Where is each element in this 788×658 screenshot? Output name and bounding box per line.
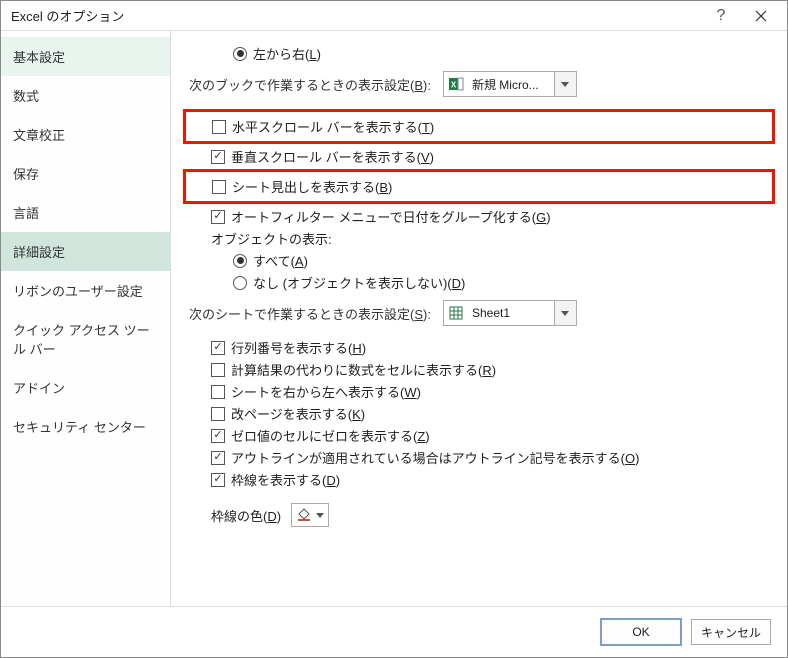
sidebar-item-addins[interactable]: アドイン bbox=[1, 368, 170, 407]
sidebar-item-general[interactable]: 基本設定 bbox=[1, 37, 170, 76]
checkbox-rtl[interactable]: シートを右から左へ表示する(W) bbox=[189, 382, 775, 401]
checkbox-label: シートを右から左へ表示する(W) bbox=[231, 382, 421, 401]
titlebar: Excel のオプション ? bbox=[1, 1, 787, 31]
sidebar-item-customize-ribbon[interactable]: リボンのユーザー設定 bbox=[1, 271, 170, 310]
radio-icon bbox=[233, 47, 247, 61]
combo-dropdown[interactable] bbox=[554, 301, 576, 325]
checkbox-label: 改ページを表示する(K) bbox=[231, 404, 365, 423]
sidebar-item-proofing[interactable]: 文章校正 bbox=[1, 115, 170, 154]
checkbox-label: オートフィルター メニューで日付をグループ化する(G) bbox=[231, 207, 551, 226]
checkbox-sheet-tabs[interactable]: シート見出しを表示する(B) bbox=[190, 177, 768, 196]
checkbox-formulas[interactable]: 計算結果の代わりに数式をセルに表示する(R) bbox=[189, 360, 775, 379]
options-dialog: Excel のオプション ? 基本設定 数式 文章校正 保存 言語 詳細設定 リ… bbox=[0, 0, 788, 658]
highlight-box-2: シート見出しを表示する(B) bbox=[183, 169, 775, 204]
combo-dropdown[interactable] bbox=[554, 72, 576, 96]
sidebar-item-trust-center[interactable]: セキュリティ センター bbox=[1, 407, 170, 446]
sidebar-item-advanced[interactable]: 詳細設定 bbox=[1, 232, 170, 271]
radio-icon bbox=[233, 254, 247, 268]
checkbox-autofilter-group[interactable]: オートフィルター メニューで日付をグループ化する(G) bbox=[189, 207, 775, 226]
checkbox-label: 枠線を表示する(D) bbox=[231, 470, 340, 489]
combo-text: 新規 Micro... bbox=[464, 76, 554, 93]
checkbox-label: 行列番号を表示する(H) bbox=[231, 338, 366, 357]
checkbox-pagebreaks[interactable]: 改ページを表示する(K) bbox=[189, 404, 775, 423]
svg-text:X: X bbox=[451, 81, 457, 90]
checkbox-icon bbox=[211, 210, 225, 224]
radio-objects-all[interactable]: すべて(A) bbox=[189, 251, 775, 270]
content-pane: 左から右(L) 次のブックで作業するときの表示設定(B): X 新規 Micro… bbox=[171, 31, 787, 606]
sidebar-item-language[interactable]: 言語 bbox=[1, 193, 170, 232]
chevron-down-icon bbox=[561, 311, 569, 316]
checkbox-icon bbox=[211, 473, 225, 487]
checkbox-icon bbox=[212, 120, 226, 134]
heading-label: 次のブックで作業するときの表示設定(B): bbox=[189, 75, 431, 94]
cancel-button[interactable]: キャンセル bbox=[691, 619, 771, 645]
checkbox-icon bbox=[211, 429, 225, 443]
workbook-combo[interactable]: X 新規 Micro... bbox=[443, 71, 577, 97]
sheet-combo[interactable]: Sheet1 bbox=[443, 300, 577, 326]
radio-objects-none[interactable]: なし (オブジェクトを表示しない)(D) bbox=[189, 273, 775, 292]
content-scroll[interactable]: 左から右(L) 次のブックで作業するときの表示設定(B): X 新規 Micro… bbox=[171, 31, 787, 606]
radio-label: なし (オブジェクトを表示しない)(D) bbox=[253, 273, 465, 292]
checkbox-label: ゼロ値のセルにゼロを表示する(Z) bbox=[231, 426, 430, 445]
bucket-icon bbox=[296, 508, 312, 522]
highlight-box-1: 水平スクロール バーを表示する(T) bbox=[183, 109, 775, 144]
checkbox-icon bbox=[211, 150, 225, 164]
sidebar-item-quick-access[interactable]: クイック アクセス ツール バー bbox=[1, 310, 170, 368]
excel-icon: X bbox=[448, 76, 464, 92]
checkbox-label: シート見出しを表示する(B) bbox=[232, 177, 392, 196]
objects-label: オブジェクトの表示: bbox=[189, 229, 775, 248]
workbook-display-heading: 次のブックで作業するときの表示設定(B): X 新規 Micro... bbox=[189, 71, 775, 97]
sidebar: 基本設定 数式 文章校正 保存 言語 詳細設定 リボンのユーザー設定 クイック … bbox=[1, 31, 171, 606]
sheet-icon bbox=[448, 305, 464, 321]
gridline-color-label: 枠線の色(D) bbox=[211, 506, 281, 525]
dialog-body: 基本設定 数式 文章校正 保存 言語 詳細設定 リボンのユーザー設定 クイック … bbox=[1, 31, 787, 607]
checkbox-rowcol[interactable]: 行列番号を表示する(H) bbox=[189, 338, 775, 357]
checkbox-icon bbox=[211, 451, 225, 465]
checkbox-label: 垂直スクロール バーを表示する(V) bbox=[231, 147, 434, 166]
checkbox-outline[interactable]: アウトラインが適用されている場合はアウトライン記号を表示する(O) bbox=[189, 448, 775, 467]
checkbox-icon bbox=[211, 341, 225, 355]
titlebar-buttons: ? bbox=[701, 2, 781, 30]
dialog-footer: OK キャンセル bbox=[1, 607, 787, 657]
close-icon bbox=[755, 10, 767, 22]
radio-label: すべて(A) bbox=[253, 251, 308, 270]
radio-icon bbox=[233, 276, 247, 290]
radio-left-to-right[interactable]: 左から右(L) bbox=[189, 44, 775, 63]
checkbox-label: アウトラインが適用されている場合はアウトライン記号を表示する(O) bbox=[231, 448, 639, 467]
checkbox-label: 水平スクロール バーを表示する(T) bbox=[232, 117, 434, 136]
close-button[interactable] bbox=[741, 2, 781, 30]
help-button[interactable]: ? bbox=[701, 2, 741, 30]
gridline-color-picker[interactable] bbox=[291, 503, 329, 527]
radio-label: 左から右(L) bbox=[253, 44, 321, 63]
checkbox-icon bbox=[211, 385, 225, 399]
heading-label: 次のシートで作業するときの表示設定(S): bbox=[189, 304, 431, 323]
dialog-title: Excel のオプション bbox=[11, 6, 701, 25]
checkbox-label: 計算結果の代わりに数式をセルに表示する(R) bbox=[231, 360, 496, 379]
checkbox-icon bbox=[212, 180, 226, 194]
checkbox-hscroll[interactable]: 水平スクロール バーを表示する(T) bbox=[190, 117, 768, 136]
ok-button[interactable]: OK bbox=[601, 619, 681, 645]
checkbox-vscroll[interactable]: 垂直スクロール バーを表示する(V) bbox=[189, 147, 775, 166]
chevron-down-icon bbox=[316, 513, 324, 518]
combo-text: Sheet1 bbox=[464, 306, 554, 320]
sidebar-item-save[interactable]: 保存 bbox=[1, 154, 170, 193]
sidebar-item-formulas[interactable]: 数式 bbox=[1, 76, 170, 115]
checkbox-gridlines[interactable]: 枠線を表示する(D) bbox=[189, 470, 775, 489]
sheet-display-heading: 次のシートで作業するときの表示設定(S): Sheet1 bbox=[189, 300, 775, 326]
gridline-color-row: 枠線の色(D) bbox=[189, 503, 775, 527]
checkbox-icon bbox=[211, 407, 225, 421]
chevron-down-icon bbox=[561, 82, 569, 87]
checkbox-zeros[interactable]: ゼロ値のセルにゼロを表示する(Z) bbox=[189, 426, 775, 445]
checkbox-icon bbox=[211, 363, 225, 377]
